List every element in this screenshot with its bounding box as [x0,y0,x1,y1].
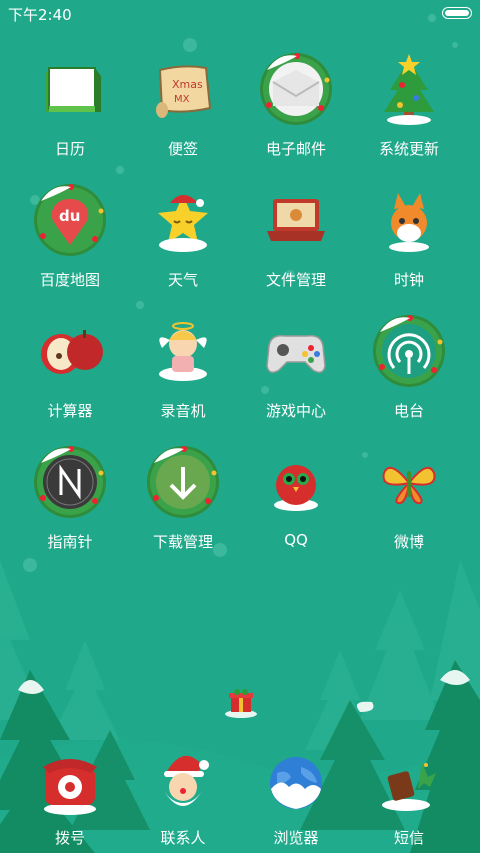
app-label: 游戏中心 [265,402,326,420]
app-label: 时钟 [393,271,424,289]
battery-icon [442,7,472,19]
app-label: 便签 [167,140,198,158]
app-qq[interactable]: QQ [240,437,352,557]
baidu-map-icon: du [31,181,109,259]
app-label: 计算器 [47,402,93,420]
qq-icon [257,443,335,521]
app-label: 浏览器 [273,829,319,847]
svg-text:MX: MX [174,94,190,105]
app-clock[interactable]: 时钟 [353,175,465,295]
app-compass[interactable]: 指南针 [14,437,126,557]
app-label: 微博 [393,533,424,551]
download-manager-icon [144,443,222,521]
app-email[interactable]: 电子邮件 [240,44,352,164]
browser-icon [257,743,335,821]
recorder-icon [144,312,222,390]
app-browser[interactable]: 浏览器 [240,737,352,853]
status-bar: 下午2:40 [0,0,480,28]
app-file-manager[interactable]: 文件管理 [240,175,352,295]
app-phone[interactable]: 拨号 [14,737,126,853]
app-label: 联系人 [160,829,206,847]
notes-icon: Xmas MX [144,50,222,128]
system-update-icon [370,50,448,128]
app-baidu-map[interactable]: du 百度地图 [14,175,126,295]
phone-icon [31,743,109,821]
app-messages[interactable]: 短信 [353,737,465,853]
svg-text:du: du [59,207,80,225]
app-label: 日历 [54,140,85,158]
app-label: 百度地图 [39,271,100,289]
contacts-icon [144,743,222,821]
svg-text:Xmas: Xmas [172,78,203,91]
file-manager-icon [257,181,335,259]
weibo-icon [370,443,448,521]
clock-icon [370,181,448,259]
app-label: 录音机 [160,402,206,420]
app-label: 系统更新 [378,140,439,158]
app-label: QQ [284,531,308,549]
game-center-icon [257,312,335,390]
app-notes[interactable]: Xmas MX 便签 [127,44,239,164]
distant-trees [0,560,480,750]
app-weibo[interactable]: 微博 [353,437,465,557]
calendar-icon [31,50,109,128]
app-label: 拨号 [54,829,85,847]
app-weather[interactable]: 天气 [127,175,239,295]
app-calculator[interactable]: 计算器 [14,306,126,426]
app-radio[interactable]: 电台 [353,306,465,426]
status-time: 下午2:40 [8,6,72,24]
weather-icon [144,181,222,259]
app-calendar[interactable]: 日历 [14,44,126,164]
messages-icon [370,743,448,821]
app-label: 文件管理 [265,271,326,289]
app-label: 下载管理 [152,533,213,551]
gift-page-indicator-icon [225,689,257,718]
app-system-update[interactable]: 系统更新 [353,44,465,164]
app-download-manager[interactable]: 下载管理 [127,437,239,557]
app-label: 短信 [393,829,424,847]
radio-icon [370,312,448,390]
app-label: 天气 [167,271,198,289]
app-label: 电子邮件 [265,140,326,158]
app-recorder[interactable]: 录音机 [127,306,239,426]
app-label: 指南针 [47,533,93,551]
email-icon [257,50,335,128]
app-contacts[interactable]: 联系人 [127,737,239,853]
compass-icon [31,443,109,521]
calculator-icon [31,312,109,390]
app-game-center[interactable]: 游戏中心 [240,306,352,426]
app-label: 电台 [393,402,424,420]
